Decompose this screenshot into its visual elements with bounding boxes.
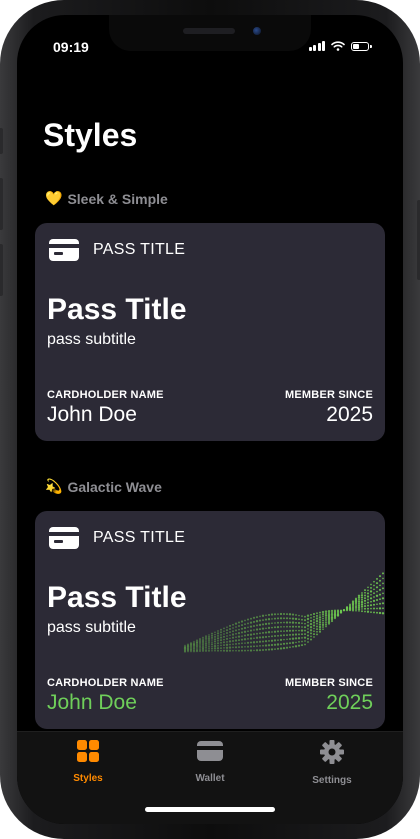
tab-styles[interactable]: Styles xyxy=(48,740,128,784)
status-icons xyxy=(309,41,370,51)
section-title: Galactic Wave xyxy=(67,479,161,495)
wifi-icon xyxy=(331,41,345,51)
pass-title: Pass Title xyxy=(47,581,187,615)
cardholder-name-label: CARDHOLDER NAME xyxy=(47,677,164,689)
home-indicator[interactable] xyxy=(145,807,275,812)
speaker-grille xyxy=(183,28,235,34)
pass-title: Pass Title xyxy=(47,293,187,327)
volume-up-button xyxy=(0,178,3,230)
notch xyxy=(109,15,311,51)
member-since-value: 2025 xyxy=(326,691,373,715)
tab-settings[interactable]: Settings xyxy=(292,740,372,786)
status-time: 09:19 xyxy=(53,39,89,55)
credit-card-icon xyxy=(49,527,79,549)
battery-icon xyxy=(351,42,369,51)
cellular-signal-icon xyxy=(309,41,326,51)
volume-down-button xyxy=(0,244,3,296)
cardholder-name-value: John Doe xyxy=(47,691,137,715)
dizzy-icon: 💫 xyxy=(45,478,62,495)
pass-card-sleek-simple[interactable]: PASS TITLE Pass Title pass subtitle CARD… xyxy=(35,223,385,441)
wallet-icon xyxy=(197,740,223,762)
tab-label: Wallet xyxy=(170,773,250,784)
screen: 09:19 Styles 💛 Sleek & Simple PASS TITLE xyxy=(17,15,403,824)
pass-subtitle: pass subtitle xyxy=(47,619,136,637)
section-header-galactic-wave: 💫 Galactic Wave xyxy=(45,478,162,495)
tab-label: Settings xyxy=(292,775,372,786)
card-header: PASS TITLE xyxy=(49,527,185,549)
phone-frame: 09:19 Styles 💛 Sleek & Simple PASS TITLE xyxy=(0,0,420,839)
front-camera xyxy=(253,27,261,35)
card-header: PASS TITLE xyxy=(49,239,185,261)
pass-subtitle: pass subtitle xyxy=(47,331,136,349)
section-title: Sleek & Simple xyxy=(67,191,167,207)
card-header-label: PASS TITLE xyxy=(93,529,185,547)
yellow-heart-icon: 💛 xyxy=(45,190,62,207)
battery-level xyxy=(353,44,359,49)
card-header-label: PASS TITLE xyxy=(93,241,185,259)
tab-bar: Styles Wallet Settings xyxy=(17,731,403,824)
cardholder-name-label: CARDHOLDER NAME xyxy=(47,389,164,401)
member-since-label: MEMBER SINCE xyxy=(285,389,373,401)
member-since-value: 2025 xyxy=(326,403,373,427)
member-since-label: MEMBER SINCE xyxy=(285,677,373,689)
gear-icon xyxy=(320,740,344,764)
grid-icon xyxy=(77,740,99,762)
tab-label: Styles xyxy=(48,773,128,784)
silent-switch xyxy=(0,128,3,154)
cardholder-name-value: John Doe xyxy=(47,403,137,427)
page-title: Styles xyxy=(43,117,137,154)
credit-card-icon xyxy=(49,239,79,261)
tab-wallet[interactable]: Wallet xyxy=(170,740,250,784)
section-header-sleek-simple: 💛 Sleek & Simple xyxy=(45,190,168,207)
pass-card-galactic-wave[interactable]: PASS TITLE Pass Title pass subtitle CARD… xyxy=(35,511,385,729)
